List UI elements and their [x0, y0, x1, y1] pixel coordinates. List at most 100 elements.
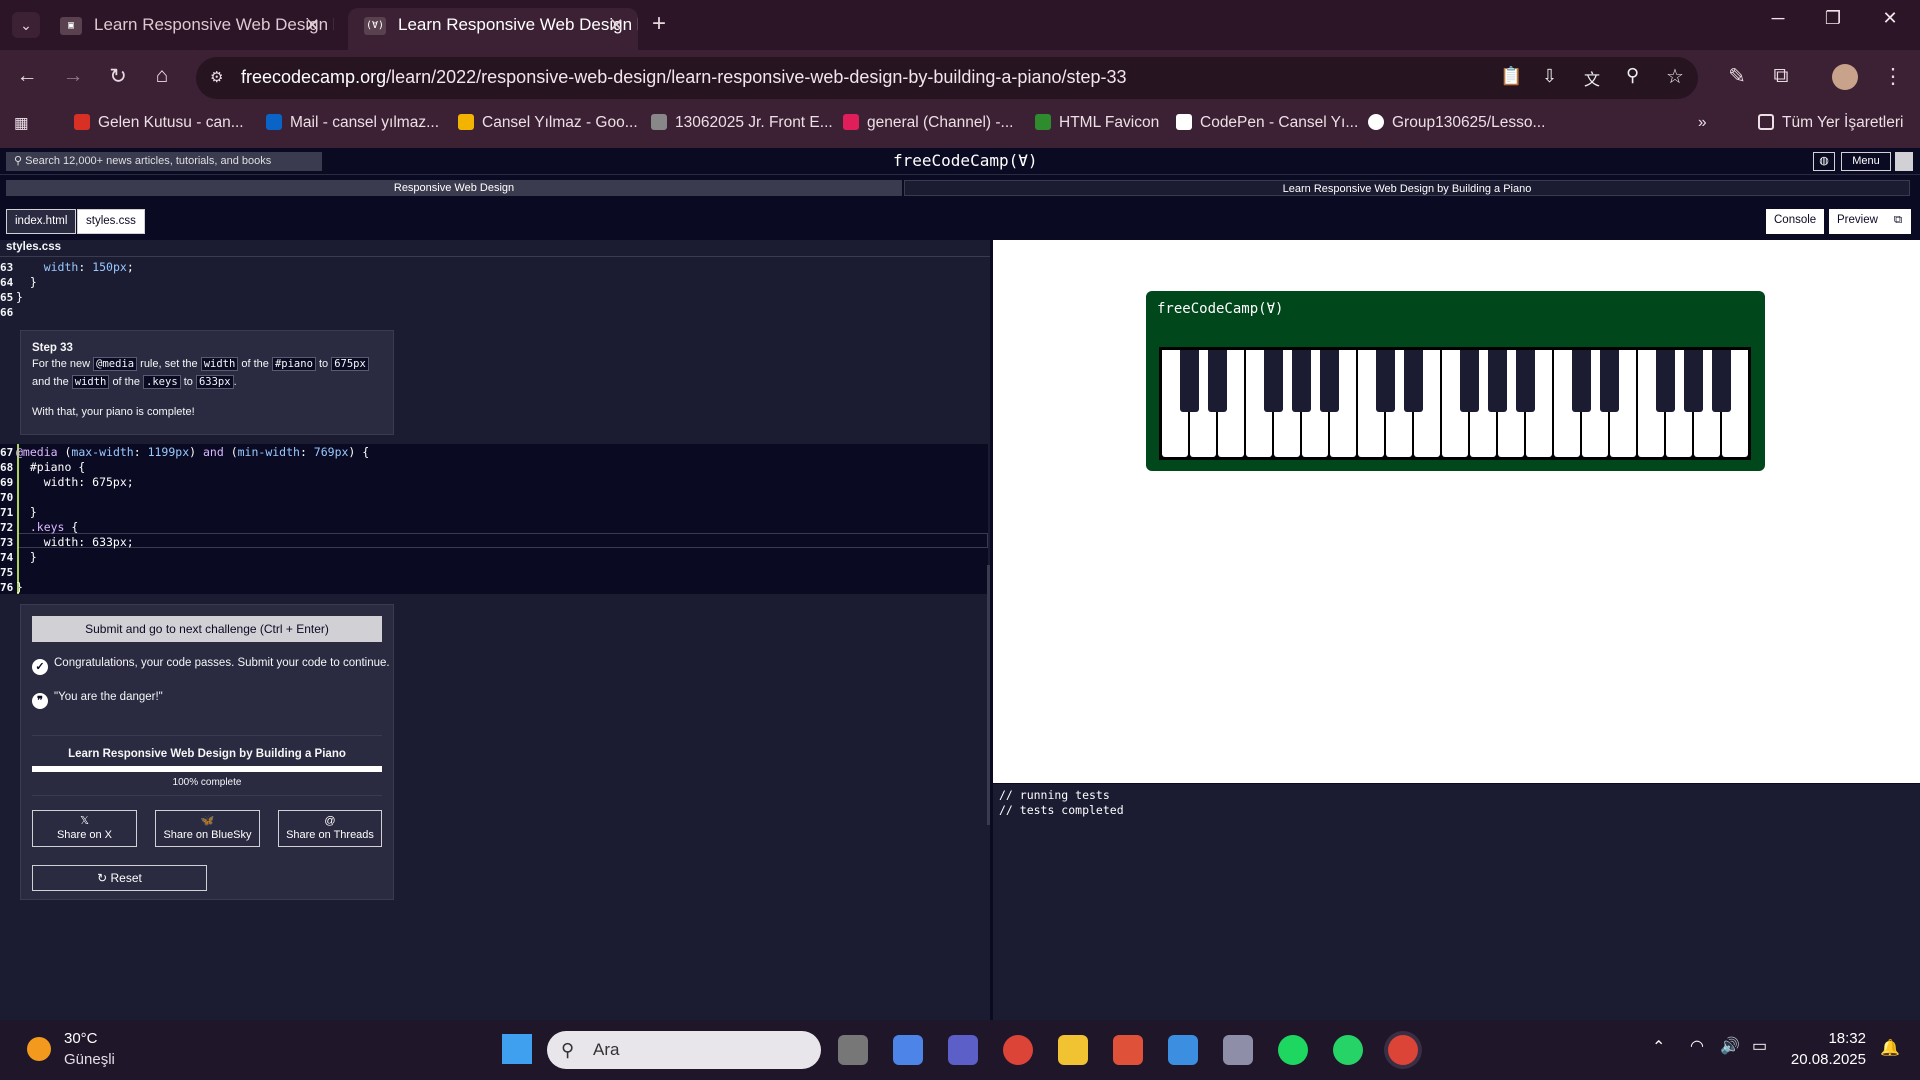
preview-button[interactable]: Preview: [1829, 209, 1886, 234]
divider: [32, 795, 382, 796]
bookmark-gmail[interactable]: Gelen Kutusu - can...: [74, 114, 244, 132]
bookmarks-overflow-icon[interactable]: »: [1698, 114, 1707, 132]
share-threads-button[interactable]: @ Share on Threads: [278, 810, 382, 847]
bookmark-drive[interactable]: Cansel Yılmaz - Goo...: [458, 114, 638, 132]
black-key: [1264, 350, 1283, 412]
site-info-icon[interactable]: ⚙: [210, 68, 223, 86]
translate-icon[interactable]: 文: [1584, 66, 1600, 90]
share-x-button[interactable]: 𝕏 Share on X: [32, 810, 137, 847]
zoom-icon[interactable]: ⚲: [1626, 65, 1639, 86]
bookmark-outlook[interactable]: Mail - cansel yılmaz...: [266, 114, 439, 132]
code-block-top[interactable]: 63 width: 150px; 64 } 65} 66: [0, 260, 134, 320]
language-globe-icon[interactable]: ◍: [1813, 152, 1835, 171]
clock-date[interactable]: 20.08.2025: [1780, 1051, 1866, 1068]
scrollbar[interactable]: [987, 565, 990, 825]
close-tab-icon[interactable]: ✕: [305, 8, 320, 42]
submit-label: Submit and go to next challenge (Ctrl + …: [85, 622, 329, 636]
chrome-active-icon[interactable]: [1388, 1035, 1418, 1065]
url-text: freecodecamp.org/learn/2022/responsive-w…: [241, 67, 1127, 88]
breadcrumb-block[interactable]: Learn Responsive Web Design by Building …: [904, 180, 1910, 196]
menu-button[interactable]: Menu: [1841, 152, 1891, 171]
bookmark-favicon[interactable]: HTML Favicon: [1035, 114, 1159, 132]
notepad-icon[interactable]: [1168, 1035, 1198, 1065]
weather-desc[interactable]: Güneşli: [64, 1051, 115, 1068]
tab-index-html[interactable]: index.html: [6, 209, 77, 234]
share-bluesky-label: Share on BlueSky: [163, 829, 252, 841]
close-window-icon[interactable]: ✕: [1870, 8, 1910, 29]
whatsapp-icon[interactable]: [1333, 1035, 1363, 1065]
tab-search-chevron-icon[interactable]: ⌄: [12, 12, 40, 38]
profile-avatar[interactable]: [1832, 64, 1858, 90]
restore-icon[interactable]: ❐: [1813, 8, 1853, 29]
submit-button[interactable]: Submit and go to next challenge (Ctrl + …: [32, 616, 382, 642]
address-bar[interactable]: ⚙ freecodecamp.org/learn/2022/responsive…: [196, 57, 1698, 99]
weather-temp[interactable]: 30°C: [64, 1030, 98, 1047]
extensions-icon[interactable]: ⧉: [1766, 64, 1796, 88]
teams-icon[interactable]: [948, 1035, 978, 1065]
windows-start-icon[interactable]: [502, 1034, 532, 1064]
volume-icon[interactable]: 🔊: [1720, 1036, 1740, 1056]
black-key: [1684, 350, 1703, 412]
preview-pane[interactable]: freeCodeCamp(Ɐ): [993, 240, 1920, 783]
back-icon[interactable]: ←: [12, 64, 42, 88]
quote-text: "You are the danger!": [54, 691, 163, 703]
spotify-icon[interactable]: [1278, 1035, 1308, 1065]
black-key: [1376, 350, 1395, 412]
bookmark-github[interactable]: Group130625/Lesso...: [1368, 114, 1545, 132]
browser-tab-active[interactable]: (Ɐ) Learn Responsive Web Design b ✕: [348, 8, 638, 50]
black-key: [1292, 350, 1311, 412]
butterfly-icon: 🦋: [200, 815, 215, 827]
progress-label: 100% complete: [172, 777, 242, 788]
drive-icon: [458, 114, 474, 130]
clipboard-icon[interactable]: 📋: [1500, 66, 1522, 87]
app-icon[interactable]: [1113, 1035, 1143, 1065]
pass-message: ✓ Congratulations, your code passes. Subm…: [32, 657, 390, 675]
black-key: [1600, 350, 1619, 412]
bookmark-slack[interactable]: general (Channel) -...: [843, 114, 1013, 132]
clock-time[interactable]: 18:32: [1780, 1030, 1866, 1047]
progress-bar: [32, 766, 382, 772]
code-block-editable[interactable]: 67 @media (max-width: 1199px) and (min-wi…: [0, 445, 369, 595]
breadcrumb-superblock[interactable]: Responsive Web Design: [6, 180, 902, 196]
install-icon[interactable]: ⇩: [1542, 66, 1557, 87]
battery-icon[interactable]: ▭: [1752, 1036, 1767, 1056]
new-tab-icon[interactable]: +: [652, 10, 666, 38]
bookmark-frontend[interactable]: 13062025 Jr. Front E...: [651, 114, 833, 132]
file-explorer-icon[interactable]: [1058, 1035, 1088, 1065]
all-bookmarks[interactable]: Tüm Yer İşaretleri: [1758, 114, 1903, 132]
news-search-input[interactable]: ⚲ Search 12,000+ news articles, tutorial…: [6, 152, 322, 171]
reload-icon[interactable]: ↻: [103, 64, 133, 89]
tab-title: Learn Responsive Web Design b: [94, 15, 334, 34]
step-description: Step 33 For the new @media rule, set the…: [20, 330, 394, 435]
outlook-icon: [266, 114, 282, 130]
wifi-icon[interactable]: ◠: [1690, 1036, 1704, 1056]
reset-button[interactable]: ↻ Reset: [32, 865, 207, 891]
avatar[interactable]: [1895, 152, 1913, 171]
fcc-logo[interactable]: freeCodeCamp(Ɐ): [893, 151, 1038, 170]
copilot-icon[interactable]: [893, 1035, 923, 1065]
console-line: // tests completed: [999, 803, 1124, 817]
popout-preview-icon[interactable]: ⧉: [1885, 209, 1911, 234]
notification-bell-icon[interactable]: 🔔: [1880, 1038, 1900, 1058]
chrome-icon[interactable]: [1003, 1035, 1033, 1065]
forward-icon[interactable]: →: [58, 64, 88, 88]
tab-styles-css[interactable]: styles.css: [77, 209, 145, 234]
taskbar-search[interactable]: ⚲ Ara: [547, 1031, 821, 1069]
home-icon[interactable]: ⌂: [147, 64, 177, 88]
bookmark-codepen[interactable]: CodePen - Cansel Yı...: [1176, 114, 1358, 132]
quote-icon: ❞: [32, 693, 48, 709]
task-view-icon[interactable]: [838, 1035, 868, 1065]
eyedropper-icon[interactable]: ✎: [1722, 64, 1752, 89]
apps-grid-icon[interactable]: ▦: [14, 114, 29, 133]
share-bluesky-button[interactable]: 🦋 Share on BlueSky: [155, 810, 260, 847]
show-hidden-icons[interactable]: ⌃: [1652, 1037, 1665, 1057]
code-editor[interactable]: styles.css 63 width: 150px; 64 } 65} 66 …: [0, 240, 990, 1020]
bookmark-label: Cansel Yılmaz - Goo...: [482, 114, 638, 131]
browser-tab[interactable]: ▣ Learn Responsive Web Design b ✕: [44, 8, 334, 50]
close-tab-icon[interactable]: ✕: [609, 8, 624, 42]
browser-menu-icon[interactable]: ⋮: [1878, 64, 1908, 89]
snipping-tool-icon[interactable]: [1223, 1035, 1253, 1065]
minimize-icon[interactable]: ─: [1758, 8, 1798, 29]
console-button[interactable]: Console: [1766, 209, 1825, 234]
bookmark-star-icon[interactable]: ☆: [1666, 64, 1684, 89]
